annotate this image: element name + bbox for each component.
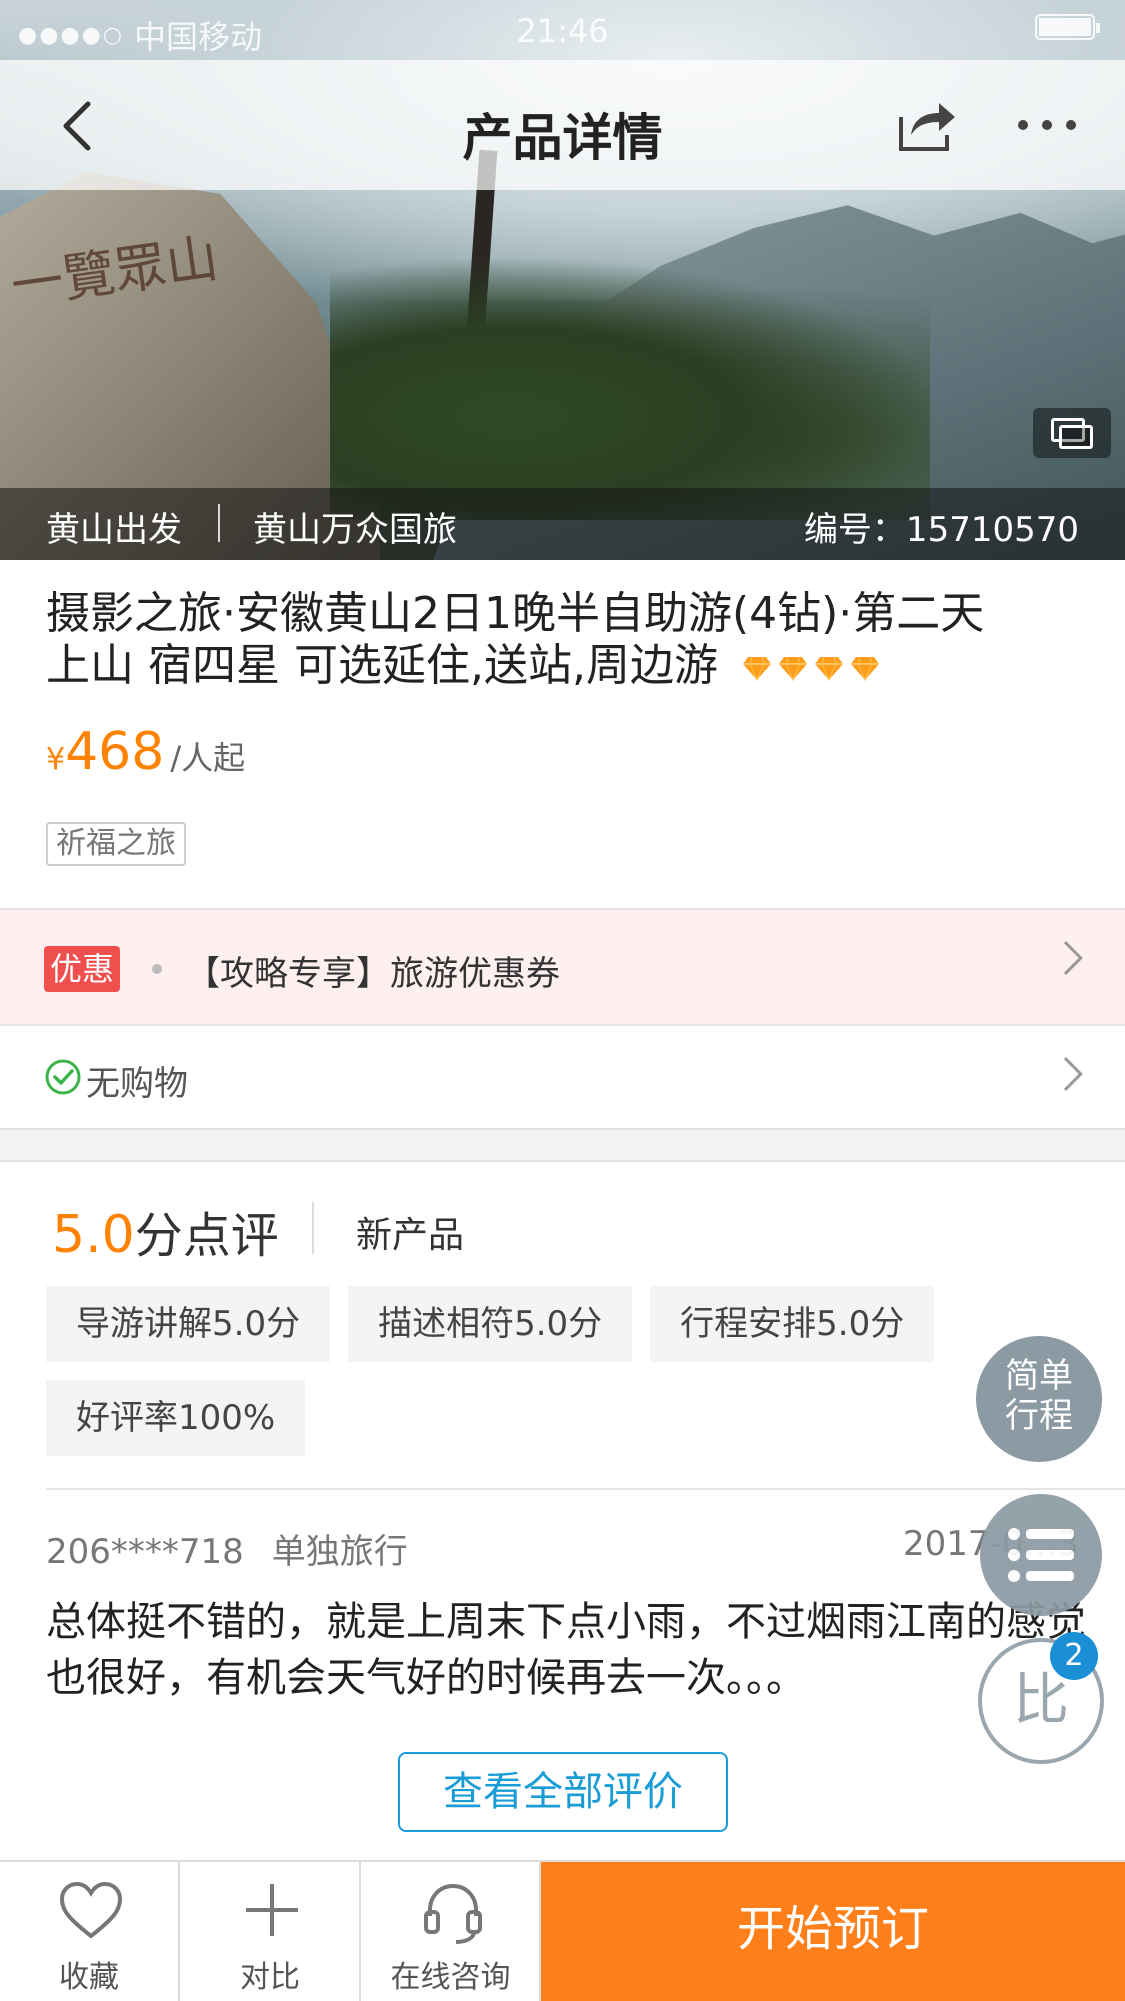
product-title-line2: 上山 宿四星 可选延住,送站,周边游 [46, 640, 1076, 692]
promo-row[interactable]: 优惠 【攻略专享】旅游优惠券 [0, 910, 1125, 1024]
product-title-line1: 摄影之旅·安徽黄山2日1晚半自助游(4钻)·第二天 [46, 588, 985, 639]
list-button[interactable] [980, 1494, 1102, 1616]
strip-separator [218, 504, 220, 542]
diamond-icon [742, 656, 771, 681]
diamond-icon [850, 656, 879, 681]
simple-itinerary-label: 简单行程 [1005, 1356, 1073, 1436]
rating-chips: 导游讲解5.0分 描述相符5.0分 行程安排5.0分 好评率100% [46, 1286, 966, 1456]
review-user: 206****718 [46, 1532, 244, 1572]
diamond-rating [742, 655, 880, 681]
rating-chip-positive-rate[interactable]: 好评率100% [46, 1380, 306, 1456]
favorite-button[interactable]: 收藏 [0, 1862, 180, 2001]
promo-dot [152, 964, 162, 974]
review-meta: 206****718 单独旅行 [46, 1524, 408, 1573]
no-shopping-text: 无购物 [86, 1064, 188, 1104]
price-currency: ¥ [46, 742, 66, 777]
rating-score: 5.0 [52, 1205, 135, 1265]
plus-icon [246, 1884, 298, 1936]
more-icon[interactable] [1015, 115, 1079, 135]
check-circle-icon [45, 1059, 81, 1095]
nav-bar: 产品详情 [0, 60, 1125, 190]
rating-chip-guide[interactable]: 导游讲解5.0分 [46, 1286, 331, 1362]
simple-itinerary-button[interactable]: 简单行程 [976, 1336, 1102, 1462]
diamond-icon [778, 656, 807, 681]
battery-icon [1035, 14, 1100, 40]
price-unit: /人起 [170, 739, 246, 777]
price-value: 468 [65, 722, 165, 782]
favorite-label: 收藏 [59, 1960, 119, 1995]
chevron-right-icon [1049, 1057, 1083, 1091]
hero-info-strip: 黄山出发 黄山万众国旅 编号：15710570 [0, 488, 1125, 560]
rating-separator [312, 1202, 314, 1254]
promo-text: 【攻略专享】旅游优惠券 [186, 954, 560, 994]
consult-button[interactable]: 在线咨询 [362, 1862, 541, 2001]
divider [46, 1488, 1125, 1490]
share-icon[interactable] [895, 95, 959, 155]
chevron-right-icon [1049, 941, 1083, 975]
gallery-icon[interactable] [1033, 408, 1111, 458]
consult-label: 在线咨询 [390, 1960, 511, 1995]
view-all-reviews-button[interactable]: 查看全部评价 [398, 1752, 728, 1832]
section-gap [0, 1128, 1125, 1162]
list-icon [1008, 1528, 1074, 1582]
review-travel-mode: 单独旅行 [271, 1532, 408, 1572]
heart-icon [59, 1881, 123, 1939]
status-right [1035, 14, 1100, 40]
battery-level [1039, 18, 1091, 36]
product-title: 摄影之旅·安徽黄山2日1晚半自助游(4钻)·第二天 上山 宿四星 可选延住,送站… [46, 588, 1076, 692]
rating-suffix: 分点评 [134, 1208, 279, 1264]
rating-new-label: 新产品 [356, 1215, 465, 1256]
departure-city: 黄山出发 [46, 510, 182, 550]
headset-icon [424, 1883, 482, 1944]
bottom-bar: 收藏 对比 在线咨询 开始预订 [0, 1860, 1125, 2001]
no-shopping-row[interactable]: 无购物 [0, 1026, 1125, 1128]
promo-badge: 优惠 [44, 946, 121, 992]
rating-summary[interactable]: 5.0 分点评 [52, 1196, 279, 1266]
rating-chip-itinerary[interactable]: 行程安排5.0分 [650, 1286, 935, 1362]
product-tag: 祈福之旅 [46, 822, 186, 866]
agency-name: 黄山万众国旅 [253, 510, 457, 550]
compare-label: 对比 [240, 1960, 300, 1995]
price: ¥ 468 /人起 [46, 722, 245, 782]
rating-chip-description[interactable]: 描述相符5.0分 [348, 1286, 633, 1362]
product-title-line2-text: 上山 宿四星 可选延住,送站,周边游 [46, 640, 718, 691]
book-now-button[interactable]: 开始预订 [541, 1862, 1125, 2001]
status-time: 21:46 [516, 12, 609, 50]
hero-pine-tree [330, 260, 930, 520]
compare-count-badge: 2 [1050, 1632, 1098, 1680]
diamond-icon [814, 656, 843, 681]
review-text: 总体挺不错的，就是上周末下点小雨，不过烟雨江南的感觉也很好，有机会天气好的时候再… [46, 1599, 1086, 1701]
status-bar: ●●●●○ 中国移动 21:46 [0, 0, 1125, 60]
gallery-icon-front [1059, 425, 1093, 449]
product-code: 编号：15710570 [803, 510, 1079, 550]
compare-button[interactable]: 对比 [181, 1862, 361, 2001]
